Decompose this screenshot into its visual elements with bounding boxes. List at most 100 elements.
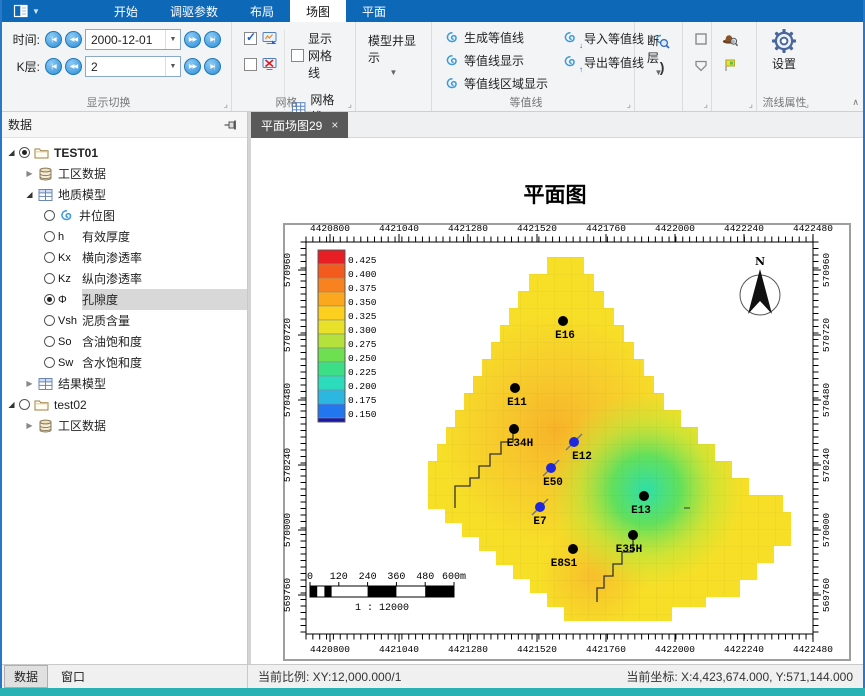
- window-left-border: [0, 0, 2, 688]
- flag-marker-button[interactable]: [720, 56, 740, 74]
- import-contour-button[interactable]: ↓ 导入等值线: [558, 28, 646, 48]
- tab-plane[interactable]: 平面: [346, 0, 402, 22]
- chevron-down-icon[interactable]: ▼: [165, 30, 180, 49]
- close-icon[interactable]: ×: [331, 118, 338, 132]
- plan-view-map[interactable]: 平面图 N 4420800442080044210404421040442128…: [251, 138, 865, 664]
- export-contour-button[interactable]: ↑ 导出等值线: [558, 52, 646, 72]
- radio-icon[interactable]: [44, 294, 55, 305]
- time-next-button[interactable]: ▶▶: [184, 31, 201, 48]
- ribbon-collapse-icon[interactable]: ∧: [852, 97, 859, 108]
- klayer-last-button[interactable]: ▶|: [204, 58, 221, 75]
- tab-field-map[interactable]: 场图: [290, 0, 346, 22]
- contour-display-label: 等值线显示: [464, 52, 524, 69]
- dialog-launcher-icon[interactable]: ⌟: [348, 100, 352, 109]
- contour-icon: [444, 76, 460, 92]
- tree-item-label: 纵向渗透率: [82, 270, 142, 287]
- expand-arrow-icon[interactable]: ◢: [4, 400, 19, 409]
- data-panel-title: 数据: [8, 116, 223, 133]
- radio-icon[interactable]: [44, 273, 55, 284]
- tree-item-workzone-data[interactable]: ▶ 工区数据: [0, 163, 247, 184]
- collapse-arrow-icon[interactable]: ▶: [22, 421, 37, 430]
- svg-text:4421040: 4421040: [379, 644, 419, 655]
- tab-flooding-params[interactable]: 调驱参数: [154, 0, 234, 22]
- contour-region-display-button[interactable]: 等值线区域显示: [442, 74, 550, 93]
- group-streamline: 设置 流线属性 ⌟: [757, 22, 812, 111]
- chevron-down-icon[interactable]: ▼: [165, 57, 180, 76]
- generate-contour-button[interactable]: 生成等值线: [442, 28, 550, 47]
- tree-item-geomodel[interactable]: ◢ 地质模型: [0, 184, 247, 205]
- klayer-next-button[interactable]: ▶▶: [184, 58, 201, 75]
- settings-button[interactable]: 设置: [763, 26, 805, 74]
- expand-arrow-icon[interactable]: ◢: [22, 190, 37, 199]
- tab-start[interactable]: 开始: [98, 0, 154, 22]
- tree-item-well-location-map[interactable]: 井位图: [0, 205, 247, 226]
- property-symbol: Kz: [58, 273, 82, 285]
- radio-icon[interactable]: [44, 210, 55, 221]
- radio-icon[interactable]: [44, 357, 55, 368]
- tree-item-workzone-data-2[interactable]: ▶ 工区数据: [0, 415, 247, 436]
- radio-icon[interactable]: [44, 252, 55, 263]
- display-graphic-checkbox[interactable]: [244, 32, 257, 45]
- expand-arrow-icon[interactable]: ◢: [4, 148, 19, 157]
- panel-tab-data[interactable]: 数据: [4, 665, 48, 688]
- dialog-launcher-icon[interactable]: ⌟: [224, 100, 228, 109]
- tree-item-test02[interactable]: ◢ test02: [0, 394, 247, 415]
- svg-text:570240: 570240: [821, 448, 832, 483]
- radio-icon[interactable]: [44, 315, 55, 326]
- svg-text:E50: E50: [543, 477, 563, 489]
- hide-graphic-checkbox[interactable]: [244, 58, 257, 71]
- svg-text:4422240: 4422240: [724, 223, 764, 234]
- tree-item-oil-saturation[interactable]: So 含油饱和度: [0, 331, 247, 352]
- tree-item-perm-z[interactable]: Kz 纵向渗透率: [0, 268, 247, 289]
- fault-button[interactable]: 断层 ▼: [641, 26, 676, 83]
- chevron-down-icon: ▼: [655, 68, 663, 77]
- group-label-grid: 网格: [232, 94, 341, 110]
- tree-item-label: 孔隙度: [82, 291, 118, 308]
- time-prev-button[interactable]: ◀◀: [65, 31, 82, 48]
- radio-icon[interactable]: [44, 231, 55, 242]
- radio-icon[interactable]: [19, 399, 30, 410]
- dialog-launcher-icon[interactable]: ⌟: [749, 100, 753, 109]
- tree-item-result-model[interactable]: ▶ 结果模型: [0, 373, 247, 394]
- radio-icon[interactable]: [19, 147, 30, 158]
- panel-tab-window[interactable]: 窗口: [51, 665, 95, 688]
- document-tab[interactable]: 平面场图29 ×: [251, 112, 348, 138]
- dialog-launcher-icon[interactable]: ⌟: [627, 100, 631, 109]
- model-well-display-button[interactable]: 模型井显示 ▼: [362, 26, 425, 83]
- time-first-button[interactable]: |◀: [45, 31, 62, 48]
- monitor-x-icon[interactable]: [261, 56, 278, 72]
- property-symbol: Sw: [58, 357, 82, 369]
- polygon-tool-button[interactable]: [691, 56, 711, 74]
- tab-layout[interactable]: 布局: [234, 0, 290, 22]
- svg-text:0.150: 0.150: [348, 409, 377, 420]
- radio-icon[interactable]: [44, 336, 55, 347]
- tree-item-shale-content[interactable]: Vsh 泥质含量: [0, 310, 247, 331]
- tree-item-label: 有效厚度: [82, 228, 130, 245]
- contour-display-button[interactable]: 等值线显示: [442, 51, 550, 70]
- dialog-launcher-icon[interactable]: ⌟: [704, 100, 708, 109]
- tree-item-label: 含水饱和度: [82, 354, 142, 371]
- klayer-prev-button[interactable]: ◀◀: [65, 58, 82, 75]
- dialog-launcher-icon[interactable]: ⌟: [805, 100, 809, 109]
- collapse-arrow-icon[interactable]: ▶: [22, 169, 37, 178]
- monitor-icon[interactable]: [261, 30, 278, 46]
- property-symbol: So: [58, 336, 82, 348]
- pin-icon[interactable]: [223, 117, 239, 133]
- time-select[interactable]: 2000-12-01 ▼: [85, 29, 181, 50]
- tree-item-perm-x[interactable]: Kx 横向渗透率: [0, 247, 247, 268]
- klayer-select[interactable]: 2 ▼: [85, 56, 181, 77]
- rectangle-tool-button[interactable]: [691, 30, 711, 48]
- klayer-first-button[interactable]: |◀: [45, 58, 62, 75]
- time-last-button[interactable]: ▶|: [204, 31, 221, 48]
- tree-item-porosity[interactable]: Φ 孔隙度: [0, 289, 247, 310]
- map-canvas[interactable]: 平面图 N 4420800442080044210404421040442128…: [251, 138, 865, 664]
- tree-item-net-thickness[interactable]: h 有效厚度: [0, 226, 247, 247]
- tree-item-test01[interactable]: ◢ TEST01: [0, 142, 247, 163]
- well-inspect-button[interactable]: [720, 30, 740, 48]
- svg-text:4421280: 4421280: [448, 223, 488, 234]
- folder-icon: [33, 145, 50, 161]
- tree-item-water-saturation[interactable]: Sw 含水饱和度: [0, 352, 247, 373]
- show-gridlines-checkbox[interactable]: [291, 49, 304, 62]
- app-menu-button[interactable]: ▼: [0, 0, 50, 22]
- collapse-arrow-icon[interactable]: ▶: [22, 379, 37, 388]
